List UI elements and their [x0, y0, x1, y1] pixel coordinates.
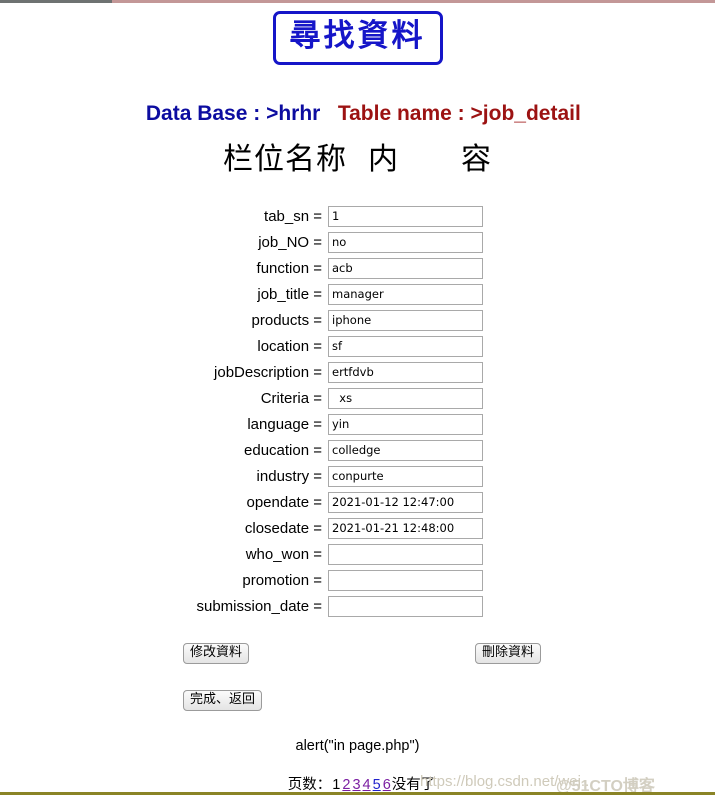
field-row: promotion = — [182, 567, 483, 593]
database-value: hrhr — [278, 102, 321, 125]
field-row: job_NO = — [182, 229, 483, 255]
field-input-job-no[interactable] — [328, 231, 483, 253]
field-row: tab_sn = — [182, 203, 483, 229]
top-edge-rule — [0, 0, 715, 3]
field-row: job_title = — [182, 281, 483, 307]
field-input-location[interactable] — [328, 335, 483, 357]
field-input-industry[interactable] — [328, 465, 483, 487]
column-heading: 栏位名称 内 容 — [222, 142, 493, 177]
heading-spacer — [320, 102, 338, 125]
field-input-submission-date[interactable] — [328, 595, 483, 617]
field-input-closedate[interactable] — [328, 517, 483, 539]
delete-record-button[interactable]: 刪除資料 — [475, 643, 542, 665]
field-row: Criteria = — [182, 385, 483, 411]
field-label-products: products = — [251, 311, 322, 329]
page-link-1[interactable]: 1 — [331, 777, 341, 793]
bottom-divider-rule — [0, 792, 715, 795]
pagination-label: 页数： — [287, 777, 332, 793]
field-list: tab_sn = job_NO = function = job_title =… — [182, 203, 483, 619]
field-input-language[interactable] — [328, 413, 483, 435]
field-label-closedate: closedate = — [244, 519, 322, 537]
top-rule-pink-segment — [112, 0, 715, 3]
table-label: Table name : > — [337, 102, 483, 125]
field-label-criteria: Criteria = — [260, 389, 322, 407]
page-link-6[interactable]: 6 — [382, 777, 392, 793]
field-input-job-title[interactable] — [328, 283, 483, 305]
database-table-heading: Data Base : >hrhr Table name : >job_deta… — [0, 78, 715, 126]
field-row: who_won = — [182, 541, 483, 567]
field-input-tab-sn[interactable] — [328, 205, 483, 227]
field-row: industry = — [182, 463, 483, 489]
field-row: location = — [182, 333, 483, 359]
field-row: jobDescription = — [182, 359, 483, 385]
field-label-promotion: promotion = — [242, 571, 322, 589]
field-input-education[interactable] — [328, 439, 483, 461]
field-input-who-won[interactable] — [328, 543, 483, 565]
field-input-products[interactable] — [328, 309, 483, 331]
alert-debug-text: alert("in page.php") — [295, 738, 420, 754]
pagination-end-text: 没有了 — [391, 777, 436, 793]
field-input-criteria[interactable] — [328, 387, 483, 409]
field-row: submission_date = — [182, 593, 483, 619]
page-title-area: 尋找資料 — [0, 11, 715, 65]
field-label-submission-date: submission_date = — [196, 597, 323, 615]
field-input-function[interactable] — [328, 257, 483, 279]
field-label-job-description: jobDescription = — [214, 363, 322, 381]
field-row: education = — [182, 437, 483, 463]
field-label-location: location = — [257, 337, 322, 355]
field-label-who-won: who_won = — [245, 545, 322, 563]
table-value: job_detail — [482, 102, 581, 125]
field-input-promotion[interactable] — [328, 569, 483, 591]
field-label-industry: industry = — [256, 467, 322, 485]
field-row: products = — [182, 307, 483, 333]
page-link-3[interactable]: 3 — [351, 777, 361, 793]
page-link-5[interactable]: 5 — [372, 777, 382, 793]
page-link-2[interactable]: 2 — [341, 777, 351, 793]
field-label-opendate: opendate = — [246, 493, 323, 511]
field-row: language = — [182, 411, 483, 437]
top-rule-gray-segment — [0, 0, 112, 3]
field-row: opendate = — [182, 489, 483, 515]
page-link-4[interactable]: 4 — [362, 777, 372, 793]
database-label: Data Base : > — [145, 102, 279, 125]
page-title: 尋找資料 — [272, 11, 443, 65]
field-label-education: education = — [244, 441, 322, 459]
field-label-function: function = — [256, 259, 322, 277]
field-label-job-no: job_NO = — [258, 233, 322, 251]
done-return-button[interactable]: 完成、返回 — [183, 690, 263, 712]
field-row: function = — [182, 255, 483, 281]
clipped-next-row — [0, 796, 715, 803]
field-label-language: language = — [247, 415, 322, 433]
field-label-job-title: job_title = — [257, 285, 322, 303]
field-label-tab-sn: tab_sn = — [264, 207, 322, 225]
field-row: closedate = — [182, 515, 483, 541]
pagination: 页数：1 2 3 4 5 6没有了 — [0, 757, 715, 794]
field-input-job-description[interactable] — [328, 361, 483, 383]
field-input-opendate[interactable] — [328, 491, 483, 513]
modify-record-button[interactable]: 修改資料 — [183, 643, 250, 665]
